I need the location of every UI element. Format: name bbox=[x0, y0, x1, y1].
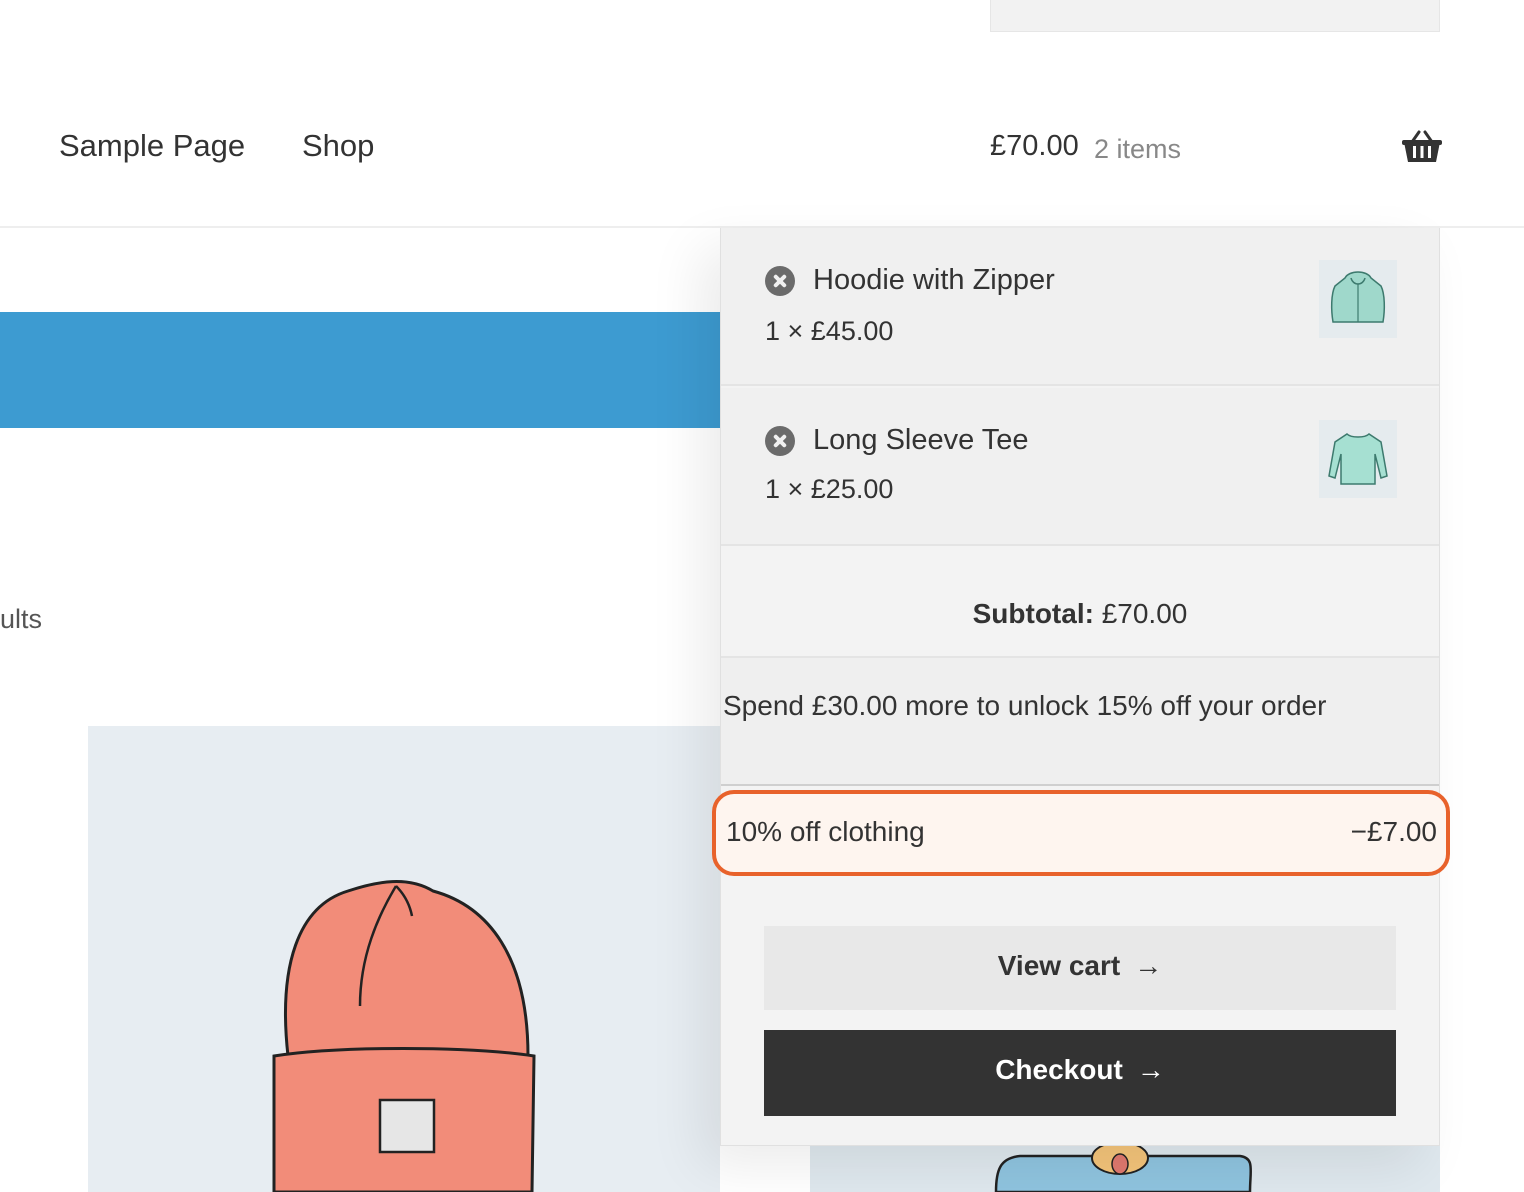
product-image-2[interactable] bbox=[810, 1140, 1440, 1192]
beanie-illustration bbox=[272, 880, 536, 1192]
arrow-right-icon: → bbox=[1136, 1054, 1165, 1085]
hero-banner bbox=[0, 312, 720, 428]
mini-cart-subtotal: Subtotal: £70.00 bbox=[721, 546, 1439, 658]
promo-message-row: Spend £30.00 more to unlock 15% off your… bbox=[721, 658, 1439, 786]
checkout-label: Checkout bbox=[995, 1054, 1123, 1085]
mini-cart-item: Hoodie with Zipper 1 × £45.00 bbox=[721, 228, 1439, 386]
item-quantity-price: 1 × £25.00 bbox=[765, 474, 894, 504]
site-header: Sample Page Shop £70.00 2 items bbox=[0, 0, 1524, 228]
discount-amount: −£7.00 bbox=[1350, 816, 1437, 847]
results-count-fragment: ults bbox=[0, 604, 43, 634]
header-cart-count[interactable]: 2 items bbox=[1094, 134, 1181, 165]
arrow-right-icon: → bbox=[1134, 950, 1163, 981]
hoodie-thumbnail[interactable] bbox=[1319, 260, 1397, 338]
product-image-beanie[interactable] bbox=[88, 726, 720, 1192]
basket-icon[interactable] bbox=[1402, 130, 1442, 164]
view-cart-label: View cart bbox=[997, 950, 1121, 981]
view-cart-button[interactable]: View cart → bbox=[764, 926, 1396, 1010]
checkout-button[interactable]: Checkout → bbox=[764, 1030, 1396, 1116]
long-sleeve-tee-thumbnail[interactable] bbox=[1319, 420, 1397, 498]
long-sleeve-tee-icon bbox=[1328, 433, 1388, 485]
product-illustration-2 bbox=[994, 1141, 1253, 1192]
remove-circle-icon[interactable] bbox=[765, 266, 795, 296]
mini-cart-item: Long Sleeve Tee 1 × £25.00 bbox=[721, 388, 1439, 546]
nav-shop[interactable]: Shop bbox=[302, 128, 374, 164]
item-name[interactable]: Long Sleeve Tee bbox=[813, 424, 1029, 457]
discount-label: 10% off clothing bbox=[726, 816, 925, 847]
item-quantity-price: 1 × £45.00 bbox=[765, 316, 894, 346]
header-cart-total[interactable]: £70.00 bbox=[990, 130, 1079, 163]
nav-sample-page[interactable]: Sample Page bbox=[59, 128, 245, 164]
mini-cart-dropdown: Hoodie with Zipper 1 × £45.00 Long Sleev… bbox=[712, 228, 1450, 1146]
discount-row: 10% off clothing −£7.00 bbox=[712, 790, 1450, 876]
subtotal-value: £70.00 bbox=[1101, 598, 1188, 629]
remove-circle-icon[interactable] bbox=[765, 426, 795, 456]
item-name[interactable]: Hoodie with Zipper bbox=[813, 264, 1055, 297]
hoodie-icon bbox=[1330, 271, 1386, 323]
subtotal-label: Subtotal: bbox=[972, 598, 1094, 629]
promo-message: Spend £30.00 more to unlock 15% off your… bbox=[723, 690, 1327, 721]
